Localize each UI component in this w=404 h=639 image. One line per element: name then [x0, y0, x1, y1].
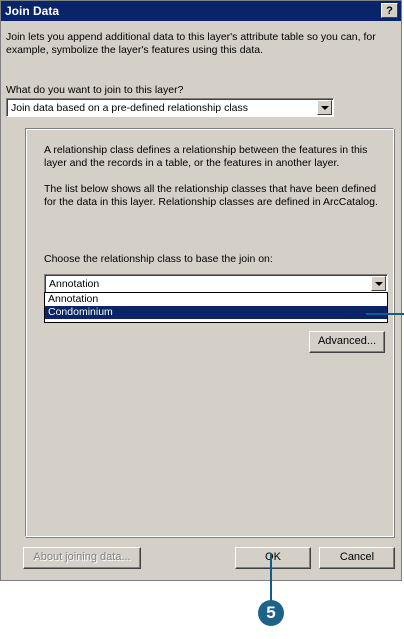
title-bar: Join Data ?	[1, 1, 401, 21]
list-item-annotation[interactable]: Annotation	[45, 293, 387, 306]
relationship-description: A relationship class defines a relations…	[44, 144, 368, 169]
join-type-value: Join data based on a pre-defined relatio…	[11, 102, 248, 114]
cancel-button[interactable]: Cancel	[319, 547, 395, 569]
intro-text: Join lets you append additional data to …	[6, 31, 376, 56]
relationship-class-value: Annotation	[49, 278, 100, 290]
choose-relationship-label: Choose the relationship class to base th…	[44, 253, 273, 265]
help-button[interactable]: ?	[381, 3, 398, 18]
callout-line-ok	[270, 553, 272, 601]
step-callout-badge: 5	[258, 600, 284, 626]
join-data-dialog: Join Data ? Join lets you append additio…	[0, 0, 402, 581]
join-type-dropdown[interactable]: Join data based on a pre-defined relatio…	[6, 98, 334, 117]
about-joining-button[interactable]: About joining data...	[23, 547, 141, 569]
relationship-class-dropdown[interactable]: Annotation	[44, 274, 388, 293]
callout-line-list	[366, 313, 404, 315]
list-item-condominium[interactable]: Condominium	[45, 306, 387, 319]
chevron-down-icon[interactable]	[317, 100, 332, 115]
chevron-down-icon[interactable]	[371, 276, 386, 291]
advanced-button[interactable]: Advanced...	[309, 331, 385, 353]
relationship-class-list[interactable]: Annotation Condominium	[44, 292, 388, 323]
ok-button[interactable]: OK	[235, 547, 311, 569]
dialog-title: Join Data	[5, 4, 60, 18]
relationship-list-description: The list below shows all the relationshi…	[44, 183, 378, 208]
join-question-label: What do you want to join to this layer?	[6, 84, 184, 96]
